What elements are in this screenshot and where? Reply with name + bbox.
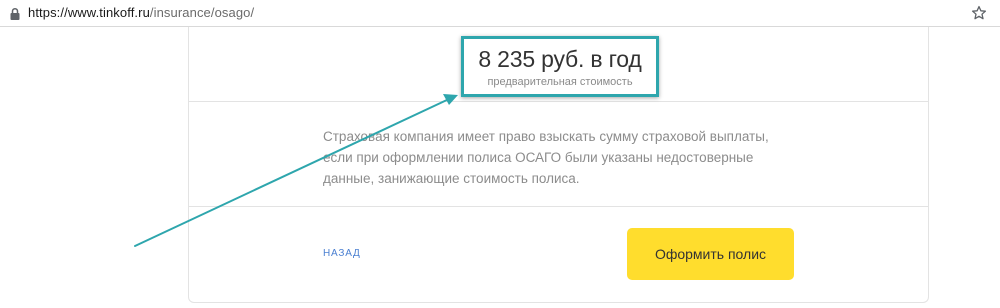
price-caption: предварительная стоимость [487,76,633,88]
back-link[interactable]: НАЗАД [323,248,361,260]
price-highlight-box: 8 235 руб. в год предварительная стоимос… [461,36,659,97]
submit-policy-button[interactable]: Оформить полис [627,228,794,280]
url-path: /insurance/osago/ [149,5,255,20]
address-url[interactable]: https://www.tinkoff.ru/insurance/osago/ [28,5,254,21]
card-divider-bottom [188,206,929,207]
card-divider-top [188,101,929,102]
disclaimer-text: Страховая компания имеет право взыскать … [323,129,769,186]
star-icon[interactable] [971,5,987,21]
browser-address-bar[interactable]: https://www.tinkoff.ru/insurance/osago/ [0,0,1000,27]
price-value: 8 235 руб. в год [478,46,642,72]
url-host: https://www.tinkoff.ru [28,5,150,20]
lock-icon [10,7,20,20]
